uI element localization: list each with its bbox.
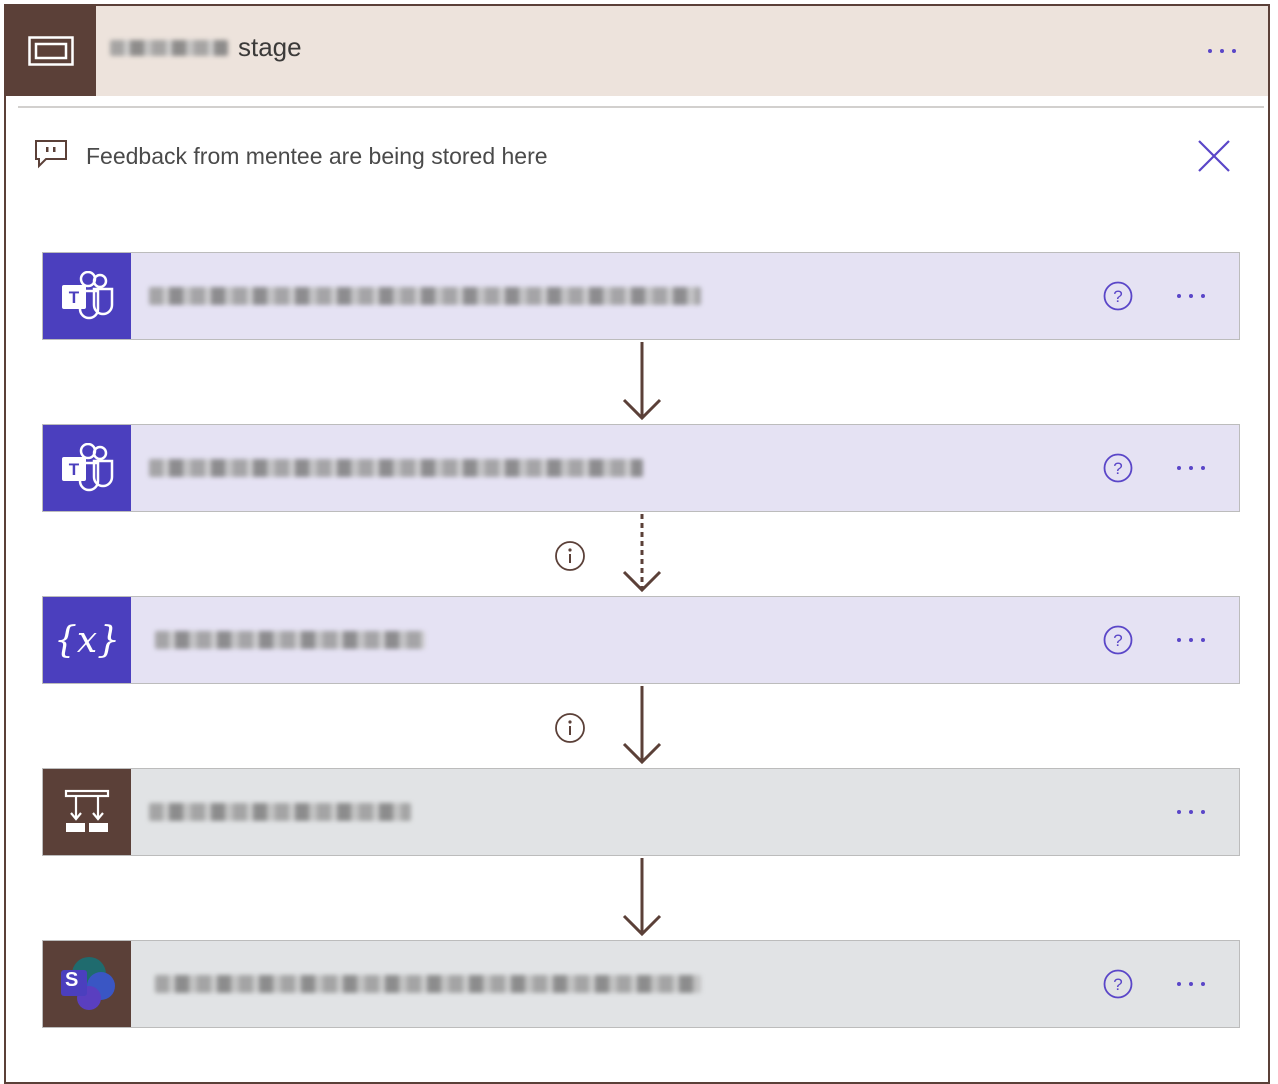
ellipsis-dot bbox=[1201, 466, 1205, 470]
comment-row: Feedback from mentee are being stored he… bbox=[34, 136, 1238, 176]
header-divider bbox=[18, 106, 1264, 108]
help-icon: ? bbox=[1103, 625, 1133, 655]
ellipsis-dot bbox=[1177, 810, 1181, 814]
flow-arrow bbox=[622, 858, 662, 937]
svg-text:?: ? bbox=[1113, 631, 1122, 650]
action-title-redacted bbox=[149, 975, 701, 993]
ellipsis-dot bbox=[1220, 49, 1224, 53]
action-title-redacted bbox=[149, 459, 643, 477]
sharepoint-icon-letter: S bbox=[65, 969, 79, 991]
ellipsis-dot bbox=[1189, 466, 1193, 470]
action-card-teams-2[interactable]: T ? bbox=[42, 424, 1240, 512]
variable-icon-glyph: {x} bbox=[53, 619, 121, 661]
svg-text:?: ? bbox=[1113, 975, 1122, 994]
ellipsis-dot bbox=[1177, 638, 1181, 642]
svg-text:T: T bbox=[69, 460, 80, 479]
help-icon: ? bbox=[1103, 453, 1133, 483]
ellipsis-dot bbox=[1201, 638, 1205, 642]
ellipsis-dot bbox=[1189, 638, 1193, 642]
scope-frame-icon bbox=[6, 6, 96, 96]
flow-arrow-dashed bbox=[622, 514, 662, 593]
ellipsis-dot bbox=[1232, 49, 1236, 53]
ellipsis-dot bbox=[1189, 982, 1193, 986]
ellipsis-dot bbox=[1201, 810, 1205, 814]
action-card-control[interactable] bbox=[42, 768, 1240, 856]
svg-text:?: ? bbox=[1113, 459, 1122, 478]
redacted-text bbox=[110, 39, 228, 56]
svg-text:T: T bbox=[69, 288, 80, 307]
action-card-sharepoint[interactable]: S ? bbox=[42, 940, 1240, 1028]
ellipsis-dot bbox=[1201, 982, 1205, 986]
action-more-button[interactable] bbox=[1177, 638, 1205, 642]
ellipsis-dot bbox=[1189, 294, 1193, 298]
ellipsis-dot bbox=[1208, 49, 1212, 53]
scope-title-suffix: stage bbox=[238, 32, 302, 62]
action-more-button[interactable] bbox=[1177, 294, 1205, 298]
help-button[interactable]: ? bbox=[1103, 625, 1133, 655]
action-more-button[interactable] bbox=[1177, 982, 1205, 986]
svg-text:?: ? bbox=[1113, 287, 1122, 306]
info-icon[interactable] bbox=[554, 712, 586, 744]
parallel-branch-icon bbox=[43, 769, 131, 855]
flow-arrow bbox=[622, 342, 662, 421]
ellipsis-dot bbox=[1201, 294, 1205, 298]
scope-more-button[interactable] bbox=[1208, 49, 1236, 53]
action-title-redacted bbox=[149, 631, 425, 649]
info-icon[interactable] bbox=[554, 540, 586, 572]
scope-header[interactable]: stage bbox=[6, 6, 1268, 96]
close-comment-button[interactable] bbox=[1196, 138, 1232, 179]
help-icon: ? bbox=[1103, 969, 1133, 999]
help-button[interactable]: ? bbox=[1103, 969, 1133, 999]
help-button[interactable]: ? bbox=[1103, 453, 1133, 483]
help-icon: ? bbox=[1103, 281, 1133, 311]
ellipsis-dot bbox=[1177, 982, 1181, 986]
action-card-variable[interactable]: {x} ? bbox=[42, 596, 1240, 684]
flow-arrow bbox=[622, 686, 662, 765]
ellipsis-dot bbox=[1177, 466, 1181, 470]
ellipsis-dot bbox=[1189, 810, 1193, 814]
sharepoint-icon: S bbox=[43, 941, 131, 1027]
scope-title: stage bbox=[110, 32, 302, 63]
help-button[interactable]: ? bbox=[1103, 281, 1133, 311]
action-more-button[interactable] bbox=[1177, 810, 1205, 814]
action-more-button[interactable] bbox=[1177, 466, 1205, 470]
variable-icon: {x} bbox=[43, 597, 131, 683]
scope-container: stage Feedback from mentee are being sto… bbox=[4, 4, 1270, 1084]
action-title-redacted bbox=[149, 287, 701, 305]
comment-icon bbox=[34, 139, 68, 174]
action-title-redacted bbox=[149, 803, 411, 821]
close-icon bbox=[1198, 140, 1230, 172]
teams-icon: T bbox=[43, 253, 131, 339]
ellipsis-dot bbox=[1177, 294, 1181, 298]
action-card-teams-1[interactable]: T ? bbox=[42, 252, 1240, 340]
teams-icon: T bbox=[43, 425, 131, 511]
comment-text[interactable]: Feedback from mentee are being stored he… bbox=[86, 143, 548, 170]
